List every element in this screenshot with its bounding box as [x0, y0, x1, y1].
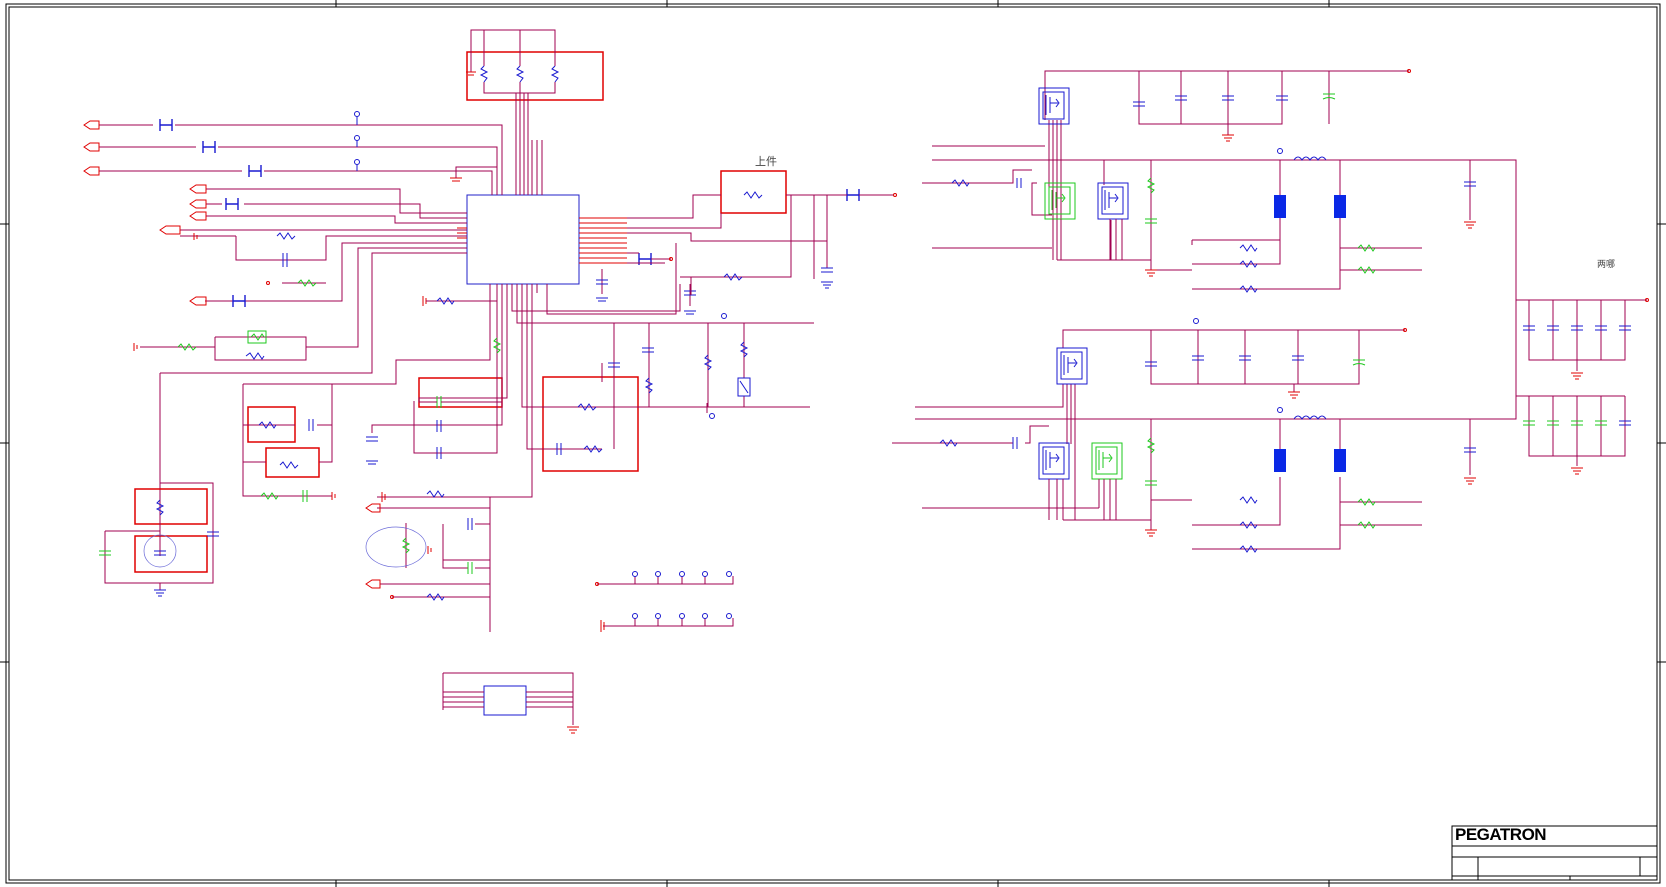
- lower-left-blocks: [99, 384, 336, 597]
- label-top-center: 上件: [755, 155, 777, 168]
- output-capacitor-banks: [1516, 298, 1649, 475]
- company-logo-text: PEGATRON: [1455, 825, 1547, 844]
- sheet-frame: [0, 0, 1666, 887]
- center-lower-circuit: [366, 269, 814, 498]
- power-stage-lower: [892, 300, 1517, 553]
- power-stage-upper: [922, 69, 1517, 300]
- test-point-strips: [595, 571, 734, 632]
- label-right: 两哪: [1597, 260, 1616, 270]
- top-resistor-array: [466, 29, 604, 195]
- center-bottom-left-circuit: [365, 166, 503, 632]
- schematic-sheet: [0, 0, 1666, 887]
- bottom-connector: [442, 672, 579, 734]
